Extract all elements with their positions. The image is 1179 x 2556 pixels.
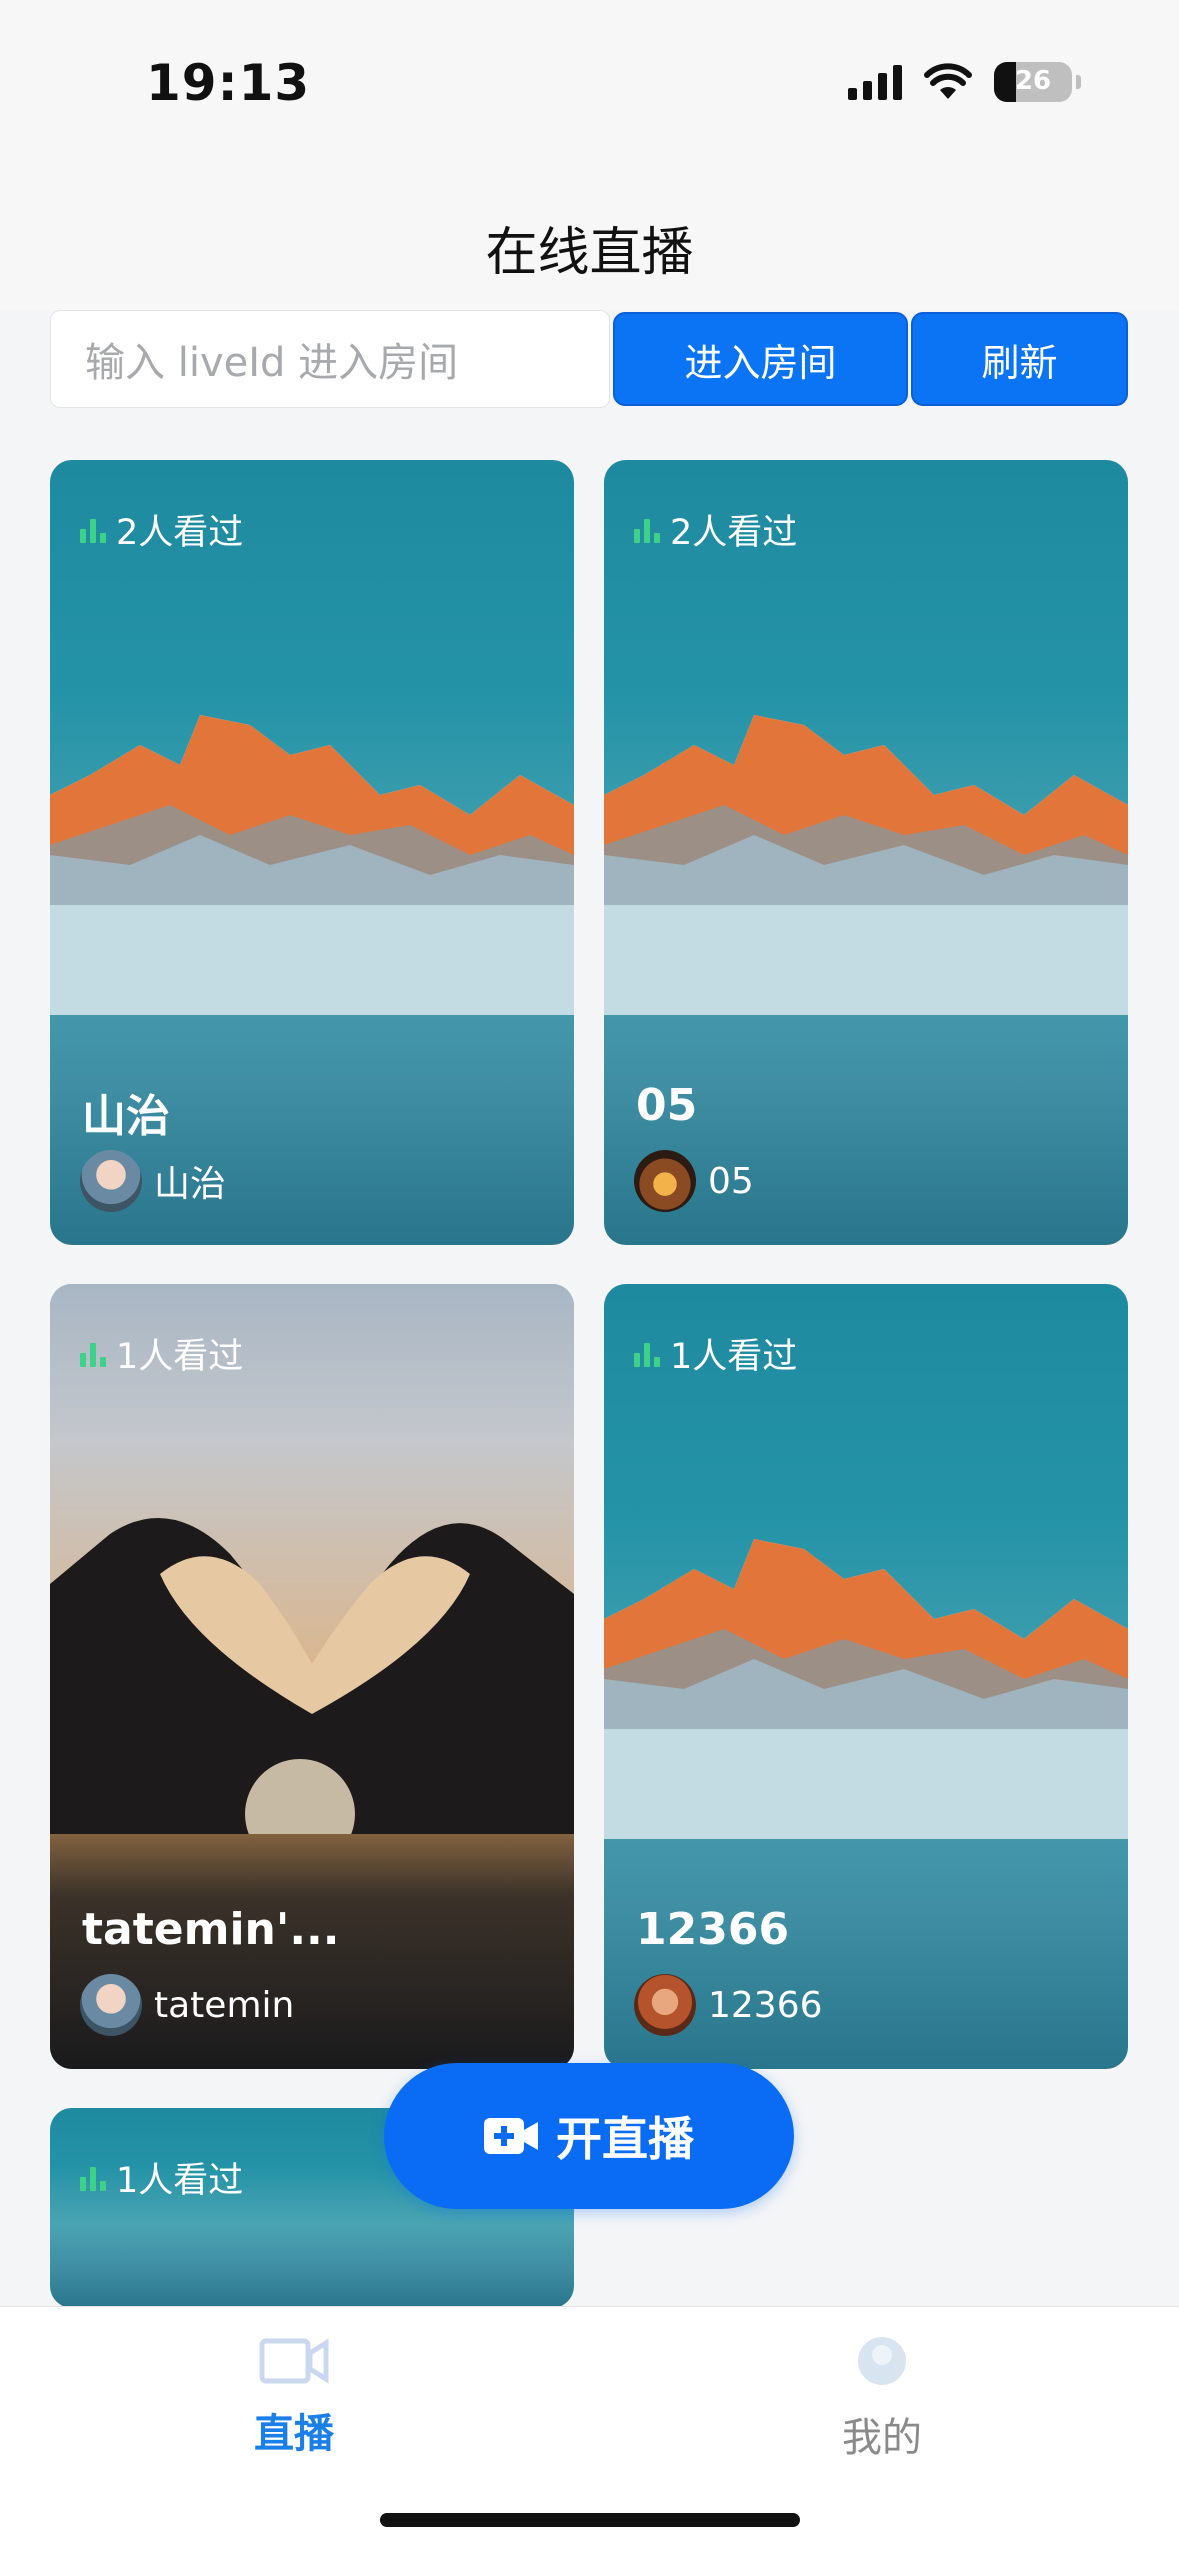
heart-hands-image — [50, 1518, 574, 1834]
card-title: 山治 — [82, 1091, 170, 1142]
avatar-icon — [858, 2337, 906, 2385]
battery-tip — [1076, 75, 1081, 89]
live-card[interactable]: 2人看过 山治 山治 — [50, 460, 574, 1245]
avatar — [80, 1974, 142, 2036]
enter-room-button[interactable]: 进入房间 — [613, 312, 908, 406]
live-card[interactable]: 1人看过 tatemin'... tatemin — [50, 1284, 574, 2069]
avatar — [634, 1974, 696, 2036]
refresh-button[interactable]: 刷新 — [911, 312, 1128, 406]
cellular-signal-icon — [848, 64, 902, 100]
nav-bar: 在线直播 — [0, 150, 1179, 310]
card-title: 12366 — [636, 1904, 790, 1955]
view-count-label: 1人看过 — [670, 1337, 798, 1377]
avatar — [634, 1150, 696, 1212]
start-live-button[interactable]: 开直播 — [384, 2063, 794, 2209]
view-count: 1人看过 — [634, 1328, 797, 1379]
host-info: tatemin — [80, 1974, 294, 2036]
views-bar-icon — [80, 2165, 106, 2191]
card-title: 05 — [636, 1080, 698, 1131]
tab-me-label: 我的 — [842, 2415, 922, 2461]
view-count-label: 1人看过 — [116, 1337, 244, 1377]
start-live-label: 开直播 — [556, 2112, 694, 2166]
status-time: 19:13 — [146, 54, 311, 112]
host-info: 山治 — [80, 1150, 226, 1212]
views-bar-icon — [80, 1341, 106, 1367]
status-bar: 19:13 26 — [0, 0, 1179, 150]
battery-icon: 26 — [994, 62, 1072, 102]
view-count: 2人看过 — [80, 504, 243, 555]
search-row: 输入 liveId 进入房间 进入房间 刷新 — [50, 310, 1128, 408]
host-name: 05 — [708, 1160, 754, 1202]
battery-level: 26 — [1014, 66, 1052, 96]
view-count: 1人看过 — [80, 2152, 243, 2203]
card-title: tatemin'... — [82, 1904, 340, 1955]
avatar — [80, 1150, 142, 1212]
host-name: tatemin — [154, 1984, 295, 2026]
page-title: 在线直播 — [485, 223, 694, 283]
cover-image — [604, 1539, 1128, 1839]
video-camera-icon — [259, 2338, 329, 2384]
cover-image — [50, 715, 574, 1015]
host-info: 05 — [634, 1150, 754, 1212]
cover-image — [604, 715, 1128, 1015]
view-count-label: 2人看过 — [670, 513, 798, 553]
tab-live-label: 直播 — [254, 2411, 334, 2457]
wifi-icon — [924, 63, 972, 99]
home-indicator — [380, 2513, 800, 2527]
views-bar-icon — [634, 1341, 660, 1367]
tab-me[interactable]: 我的 — [732, 2333, 1032, 2463]
status-icons: 26 — [848, 62, 1081, 102]
live-card[interactable]: 2人看过 05 05 — [604, 460, 1128, 1245]
view-count: 2人看过 — [634, 504, 797, 555]
video-plus-icon — [484, 2118, 538, 2154]
views-bar-icon — [634, 517, 660, 543]
host-name: 山治 — [154, 1164, 227, 1205]
host-info: 12366 — [634, 1974, 823, 2036]
live-card[interactable]: 1人看过 12366 12366 — [604, 1284, 1128, 2069]
tab-live[interactable]: 直播 — [144, 2333, 444, 2459]
views-bar-icon — [80, 517, 106, 543]
host-name: 12366 — [708, 1984, 823, 2026]
view-count-label: 2人看过 — [116, 513, 244, 553]
view-count: 1人看过 — [80, 1328, 243, 1379]
view-count-label: 1人看过 — [116, 2161, 244, 2201]
liveid-input[interactable]: 输入 liveId 进入房间 — [50, 310, 610, 408]
